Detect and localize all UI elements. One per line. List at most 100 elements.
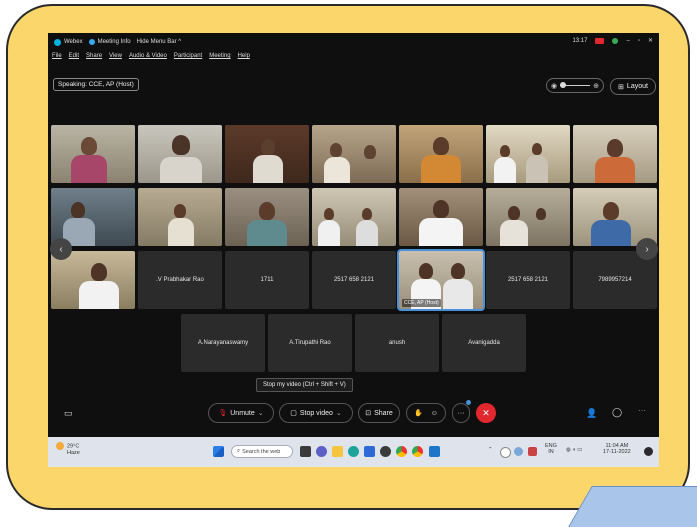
participant-name-tile[interactable]: 2517 658 2121 <box>486 251 570 309</box>
more-menu-icon[interactable]: ··· <box>638 406 646 415</box>
windows-taskbar: 29°C Haze ⌕ Search the web ⌃ ENG IN ◍ ◖ … <box>48 437 659 467</box>
clock-display: 13:17 <box>572 37 588 44</box>
active-speaker-tile[interactable]: CCE, AP (Host) <box>397 249 485 311</box>
tray-chevron-icon[interactable]: ⌃ <box>488 447 493 453</box>
next-page-button[interactable]: › <box>636 238 658 260</box>
store-icon[interactable] <box>364 446 375 457</box>
search-icon: ⌕ <box>237 448 241 454</box>
participant-name-tile[interactable]: anush <box>355 314 439 372</box>
menu-edit[interactable]: Edit <box>69 53 79 65</box>
participant-name-tile[interactable]: 1711 <box>225 251 309 309</box>
recording-icon <box>595 37 605 44</box>
participants-icon[interactable]: 👤 <box>586 408 597 419</box>
weather-widget[interactable]: 29°C Haze <box>56 442 80 456</box>
video-tile[interactable] <box>312 125 396 183</box>
webex-logo-icon <box>54 38 61 46</box>
menu-audio-video[interactable]: Audio & Video <box>129 53 167 65</box>
layout-button[interactable]: ⊞ Layout <box>610 78 656 95</box>
speaking-indicator: Speaking: CCE, AP (Host) <box>53 78 139 91</box>
menu-participant[interactable]: Participant <box>174 53 202 65</box>
menu-view[interactable]: View <box>109 53 122 65</box>
emoji-icon: ☺ <box>430 409 438 417</box>
camera-icon: ▢ <box>290 410 297 417</box>
menu-file[interactable]: File <box>52 53 62 65</box>
task-view-icon[interactable] <box>300 446 311 457</box>
page-corner-decoration <box>568 486 697 527</box>
security-tray-icon[interactable] <box>528 447 537 456</box>
taskbar-search-input[interactable]: ⌕ Search the web <box>231 445 293 458</box>
language-indicator[interactable]: ENG IN <box>545 443 557 455</box>
windows-start-icon[interactable] <box>213 446 224 457</box>
file-explorer-icon[interactable] <box>332 446 343 457</box>
share-button[interactable]: ⊡ Share <box>358 403 400 423</box>
video-tile[interactable] <box>573 125 657 183</box>
video-tile[interactable] <box>486 188 570 246</box>
webex-meeting-icon[interactable] <box>429 446 440 457</box>
participant-name-tile[interactable]: Avanigadda <box>442 314 526 372</box>
share-icon: ⊡ <box>365 410 372 417</box>
end-call-button[interactable]: ✕ <box>476 403 496 423</box>
webex-taskbar-icon[interactable] <box>380 446 391 457</box>
participant-name-tile[interactable]: .V Prabhakar Rao <box>138 251 222 309</box>
chat-bubble-icon[interactable]: ◯ <box>612 407 622 418</box>
video-tile[interactable] <box>486 125 570 183</box>
video-tile[interactable] <box>312 188 396 246</box>
maximize-icon[interactable]: ▫ <box>638 38 640 44</box>
video-tile[interactable] <box>225 188 309 246</box>
menu-help[interactable]: Help <box>238 53 250 65</box>
sun-icon <box>56 442 64 450</box>
menu-meeting[interactable]: Meeting <box>209 53 230 65</box>
menu-share[interactable]: Share <box>86 53 102 65</box>
previous-page-button[interactable]: ‹ <box>50 238 72 260</box>
window-controls: 13:17 – ▫ ✕ <box>572 37 653 44</box>
menu-bar: File Edit Share View Audio & Video Parti… <box>48 53 250 65</box>
tooltip: Stop my video (Ctrl + Shift + V) <box>256 378 353 392</box>
info-icon <box>88 39 95 45</box>
grid-icon: ⊞ <box>618 83 624 91</box>
zoom-slider[interactable]: ◉ ⊕ <box>546 78 604 93</box>
chat-icon[interactable]: ▭ <box>64 408 73 419</box>
active-speaker-label: CCE, AP (Host) <box>402 299 441 307</box>
chrome-profile-icon[interactable] <box>412 446 423 457</box>
video-tile[interactable] <box>51 188 135 246</box>
participant-name-tile[interactable]: 2517 658 2121 <box>312 251 396 309</box>
title-bar: Webex Meeting Info Hide Menu Bar ^ 13:17… <box>48 33 659 51</box>
video-tile[interactable] <box>51 125 135 183</box>
reactions-button[interactable]: ✋ ☺ <box>406 403 446 423</box>
hand-icon: ✋ <box>414 410 423 417</box>
webex-app-label[interactable]: Webex <box>54 38 83 46</box>
webex-window: Webex Meeting Info Hide Menu Bar ^ 13:17… <box>48 33 659 467</box>
more-options-button[interactable]: ··· <box>452 403 470 423</box>
close-icon: ✕ <box>482 407 490 418</box>
notification-dot <box>466 400 471 405</box>
status-icon <box>612 37 619 44</box>
wifi-volume-battery-icons[interactable]: ◍ ◖ ▭ <box>566 447 582 453</box>
chevron-down-icon[interactable]: ⌄ <box>336 409 342 417</box>
more-icon: ··· <box>457 409 465 417</box>
notification-center-icon[interactable] <box>644 447 653 456</box>
google-tray-icon[interactable] <box>500 447 511 458</box>
chrome-icon[interactable] <box>396 446 407 457</box>
meeting-info-button[interactable]: Meeting Info <box>88 39 131 45</box>
participant-name-tile[interactable]: A.Narayanaswamy <box>181 314 265 372</box>
participant-name-tile[interactable]: A.Tirupathi Rao <box>268 314 352 372</box>
edge-browser-icon[interactable] <box>348 446 359 457</box>
hide-menu-bar-button[interactable]: Hide Menu Bar ^ <box>137 39 182 45</box>
zoom-thumb[interactable] <box>560 82 567 88</box>
zoom-in-icon[interactable]: ⊕ <box>593 82 599 90</box>
taskbar-clock[interactable]: 11:04 AM 17-11-2022 <box>603 443 631 455</box>
stop-video-button[interactable]: ▢ Stop video ⌄ <box>279 403 353 423</box>
video-tile[interactable] <box>225 125 309 183</box>
chat-app-icon[interactable] <box>316 446 327 457</box>
cloud-tray-icon[interactable] <box>514 447 523 456</box>
video-tile[interactable] <box>399 125 483 183</box>
unmute-button[interactable]: 🎙 Unmute ⌄ <box>208 403 274 423</box>
zoom-out-icon[interactable]: ◉ <box>551 82 557 90</box>
minimize-icon[interactable]: – <box>626 38 629 44</box>
chevron-down-icon[interactable]: ⌄ <box>258 409 264 417</box>
muted-mic-icon: 🎙 <box>218 410 228 417</box>
video-tile[interactable] <box>138 188 222 246</box>
video-tile[interactable] <box>399 188 483 246</box>
video-tile[interactable] <box>138 125 222 183</box>
close-icon[interactable]: ✕ <box>648 37 653 44</box>
